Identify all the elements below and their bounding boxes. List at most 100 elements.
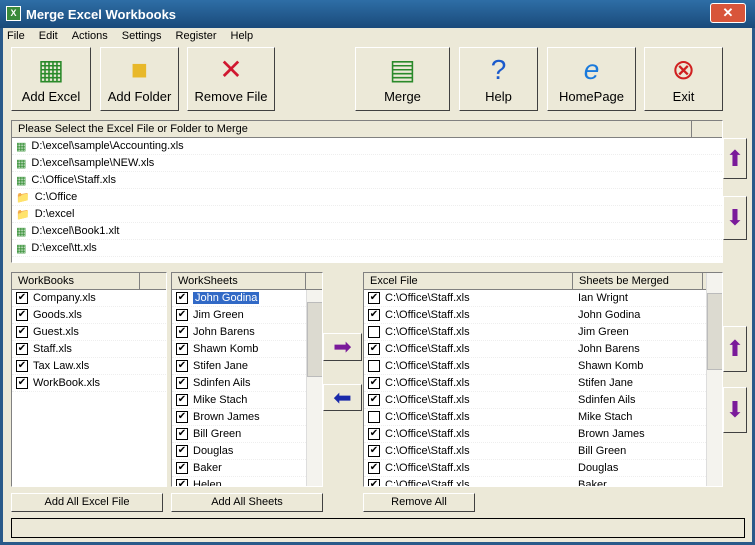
merge-row[interactable]: ✔C:\Office\Staff.xlsBrown James: [364, 426, 722, 443]
merge-row[interactable]: ✔C:\Office\Staff.xlsJohn Barens: [364, 341, 722, 358]
merge-row[interactable]: ✔C:\Office\Staff.xlsJohn Godina: [364, 307, 722, 324]
worksheet-name: Brown James: [193, 411, 260, 423]
worksheet-item[interactable]: ✔ Brown James: [172, 409, 322, 426]
add-to-merge-button[interactable]: ➡: [323, 333, 362, 361]
excel-file-icon: ▦: [16, 174, 26, 187]
worksheet-item[interactable]: ✔Mike Stach: [172, 392, 322, 409]
menu-actions[interactable]: Actions: [65, 28, 115, 45]
add-excel-button[interactable]: ▦Add Excel: [11, 47, 91, 111]
checkbox[interactable]: ✔: [368, 343, 380, 355]
checkbox[interactable]: ✔: [368, 309, 380, 321]
file-list-item[interactable]: ▦D:\excel\sample\Accounting.xls: [12, 138, 722, 155]
workbook-item[interactable]: ✔Company.xls: [12, 290, 166, 307]
worksheet-item[interactable]: ✔Baker: [172, 460, 322, 477]
menu-settings[interactable]: Settings: [115, 28, 169, 45]
merge-row[interactable]: ✔C:\Office\Staff.xlsBill Green: [364, 443, 722, 460]
worksheet-item[interactable]: ✔Jim Green: [172, 307, 322, 324]
menu-register[interactable]: Register: [169, 28, 224, 45]
merge-button[interactable]: ▤Merge: [355, 47, 450, 111]
checkbox[interactable]: ✔: [176, 292, 188, 304]
merge-move-down-button[interactable]: ⬇: [723, 387, 747, 433]
file-list-item[interactable]: ▦D:\excel\Book1.xlt: [12, 223, 722, 240]
merge-row[interactable]: C:\Office\Staff.xlsJim Green: [364, 324, 722, 341]
add-all-sheets-button[interactable]: Add All Sheets: [171, 493, 323, 512]
worksheet-item[interactable]: ✔Shawn Komb: [172, 341, 322, 358]
workbooks-list[interactable]: WorkBooks ✔Company.xls✔Goods.xls✔Guest.x…: [11, 272, 167, 487]
merge-row[interactable]: ✔C:\Office\Staff.xlsIan Wrignt: [364, 290, 722, 307]
merge-row[interactable]: C:\Office\Staff.xlsShawn Komb: [364, 358, 722, 375]
checkbox[interactable]: ✔: [176, 309, 188, 321]
checkbox[interactable]: ✔: [176, 462, 188, 474]
checkbox[interactable]: ✔: [176, 411, 188, 423]
checkbox[interactable]: [368, 360, 380, 372]
worksheet-item[interactable]: ✔Sdinfen Ails: [172, 375, 322, 392]
workbook-item[interactable]: ✔Guest.xls: [12, 324, 166, 341]
merge-list[interactable]: Excel FileSheets be Merged ✔C:\Office\St…: [363, 272, 723, 487]
checkbox[interactable]: ✔: [16, 309, 28, 321]
file-list-item[interactable]: ▦D:\excel\sample\NEW.xls: [12, 155, 722, 172]
merge-move-up-button[interactable]: ⬆: [723, 326, 747, 372]
menu-help[interactable]: Help: [224, 28, 261, 45]
worksheet-item[interactable]: ✔John Barens: [172, 324, 322, 341]
help-button[interactable]: ?Help: [459, 47, 538, 111]
checkbox[interactable]: ✔: [16, 360, 28, 372]
checkbox[interactable]: ✔: [16, 292, 28, 304]
checkbox[interactable]: ✔: [368, 428, 380, 440]
workbook-item[interactable]: ✔WorkBook.xls: [12, 375, 166, 392]
checkbox[interactable]: ✔: [368, 377, 380, 389]
checkbox[interactable]: ✔: [368, 445, 380, 457]
checkbox[interactable]: ✔: [176, 479, 188, 487]
workbook-item[interactable]: ✔Tax Law.xls: [12, 358, 166, 375]
worksheets-scrollbar[interactable]: [306, 290, 323, 487]
checkbox[interactable]: ✔: [16, 326, 28, 338]
worksheet-item[interactable]: ✔ John Godina: [172, 290, 322, 307]
help-label: Help: [485, 89, 512, 104]
checkbox[interactable]: ✔: [368, 394, 380, 406]
add-all-excel-button[interactable]: Add All Excel File: [11, 493, 163, 512]
remove-file-button[interactable]: ✕Remove File: [187, 47, 275, 111]
checkbox[interactable]: ✔: [176, 428, 188, 440]
remove-all-button[interactable]: Remove All: [363, 493, 475, 512]
merge-row[interactable]: ✔C:\Office\Staff.xlsDouglas: [364, 460, 722, 477]
merge-row[interactable]: C:\Office\Staff.xlsMike Stach: [364, 409, 722, 426]
checkbox[interactable]: ✔: [368, 292, 380, 304]
worksheet-item[interactable]: ✔Helen: [172, 477, 322, 487]
workbook-item[interactable]: ✔Staff.xls: [12, 341, 166, 358]
checkbox[interactable]: ✔: [176, 326, 188, 338]
move-up-button[interactable]: ⬆: [723, 138, 747, 179]
worksheet-item[interactable]: ✔Stifen Jane: [172, 358, 322, 375]
checkbox[interactable]: [368, 326, 380, 338]
checkbox[interactable]: ✔: [176, 377, 188, 389]
checkbox[interactable]: ✔: [368, 462, 380, 474]
homepage-button[interactable]: eHomePage: [547, 47, 636, 111]
merge-row[interactable]: ✔C:\Office\Staff.xlsSdinfen Ails: [364, 392, 722, 409]
worksheet-name: John Godina: [193, 292, 259, 304]
checkbox[interactable]: ✔: [176, 445, 188, 457]
worksheets-list[interactable]: WorkSheets ✔John Godina✔Jim Green✔John B…: [171, 272, 323, 487]
menu-file[interactable]: File: [0, 28, 32, 45]
worksheet-item[interactable]: ✔Bill Green: [172, 426, 322, 443]
checkbox[interactable]: ✔: [176, 343, 188, 355]
file-list-item[interactable]: ▦D:\excel\tt.xls: [12, 240, 722, 257]
checkbox[interactable]: ✔: [368, 479, 380, 487]
checkbox[interactable]: ✔: [16, 377, 28, 389]
checkbox[interactable]: ✔: [16, 343, 28, 355]
file-list-item[interactable]: 📁C:\Office: [12, 189, 722, 206]
merge-row[interactable]: ✔C:\Office\Staff.xlsStifen Jane: [364, 375, 722, 392]
move-down-button[interactable]: ⬇: [723, 196, 747, 240]
merge-row[interactable]: ✔C:\Office\Staff.xlsBaker: [364, 477, 722, 487]
workbook-item[interactable]: ✔Goods.xls: [12, 307, 166, 324]
checkbox[interactable]: ✔: [176, 394, 188, 406]
checkbox[interactable]: ✔: [176, 360, 188, 372]
checkbox[interactable]: [368, 411, 380, 423]
file-list-item[interactable]: 📁D:\excel: [12, 206, 722, 223]
merge-list-scrollbar[interactable]: [706, 273, 723, 487]
exit-button[interactable]: ⊗Exit: [644, 47, 723, 111]
worksheet-item[interactable]: ✔Douglas: [172, 443, 322, 460]
file-list[interactable]: Please Select the Excel File or Folder t…: [11, 120, 723, 263]
menu-edit[interactable]: Edit: [32, 28, 65, 45]
remove-from-merge-button[interactable]: ⬅: [323, 384, 362, 411]
close-button[interactable]: ✕: [710, 3, 746, 23]
file-list-item[interactable]: ▦C:\Office\Staff.xls: [12, 172, 722, 189]
add-folder-button[interactable]: ■Add Folder: [100, 47, 179, 111]
